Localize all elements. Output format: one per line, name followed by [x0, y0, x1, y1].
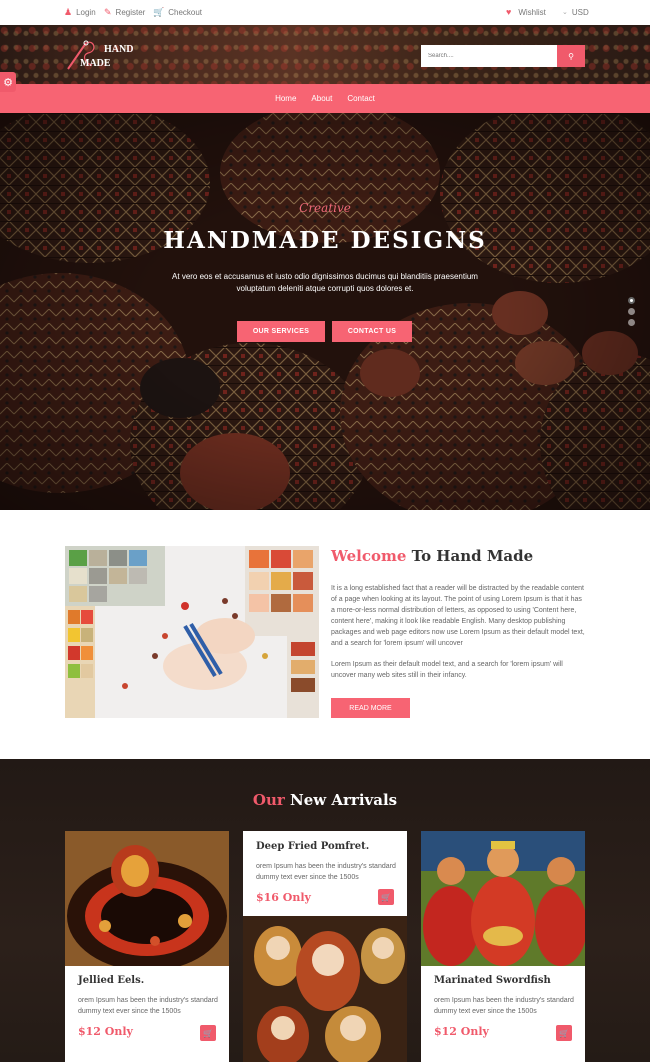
product-desc-1: orem Ipsum has been the industry's stand…: [78, 997, 218, 1015]
logo-text-made: MADE: [80, 58, 111, 69]
product-image-2: [243, 916, 407, 1062]
cart-icon: 🛒: [559, 1028, 569, 1038]
product-card-3[interactable]: Marinated Swordfish orem Ipsum has been …: [421, 831, 585, 1062]
nav-home[interactable]: Home: [275, 94, 296, 103]
pencil-icon: ✎: [104, 7, 112, 17]
hero-overlay: [0, 113, 650, 510]
search-button[interactable]: ⚲: [557, 45, 585, 67]
register-link[interactable]: ✎ Register: [104, 7, 146, 18]
cart-icon: 🛒: [153, 7, 165, 17]
arrivals-title-rest: New Arrivals: [284, 791, 398, 809]
currency-select[interactable]: ⌄ USD: [562, 8, 589, 17]
slider-dot-3[interactable]: [628, 319, 635, 326]
wishlist-link[interactable]: ♥ Wishlist: [506, 7, 546, 18]
arrivals-title-accent: Our: [252, 791, 285, 809]
checkout-label: Checkout: [168, 8, 203, 17]
product-image-3: [421, 831, 585, 966]
welcome-title-accent: Welcome: [331, 547, 407, 565]
nesting-dolls-photo: [243, 916, 407, 1062]
checkout-link[interactable]: 🛒 Checkout: [153, 7, 203, 18]
read-more-button[interactable]: READ MORE: [331, 698, 410, 718]
hero-script-text: Creative: [299, 201, 351, 215]
wishlist-label: Wishlist: [518, 8, 546, 17]
contact-us-button[interactable]: CONTACT US: [332, 321, 412, 342]
login-link[interactable]: ♟ Login: [64, 7, 96, 18]
welcome-paragraph-1: It is a long established fact that a rea…: [331, 585, 585, 647]
figurines-photo: [421, 831, 585, 966]
new-arrivals-section: Our New Arrivals Jellied Eels. orem Ipsu…: [0, 759, 650, 1062]
login-label: Login: [76, 8, 96, 17]
product-price-1: $12 Only: [78, 1025, 133, 1038]
logo[interactable]: HAND MADE: [64, 37, 134, 73]
cart-icon: 🛒: [203, 1028, 213, 1038]
product-card-1[interactable]: Jellied Eels. orem Ipsum has been the in…: [65, 831, 229, 1062]
nav-contact[interactable]: Contact: [347, 94, 375, 103]
nav-about[interactable]: About: [311, 94, 332, 103]
logo-text-hand: HAND: [104, 44, 134, 55]
chevron-down-icon: ⌄: [562, 9, 568, 16]
header: HAND MADE ⚲: [0, 25, 650, 84]
product-image-1: [65, 831, 229, 966]
add-to-cart-button-2[interactable]: 🛒: [378, 889, 394, 905]
welcome-title-rest: To Hand Made: [406, 547, 534, 565]
product-name-3: Marinated Swordfish: [434, 975, 551, 986]
welcome-section: Welcome To Hand Made It is a long establ…: [0, 510, 650, 759]
search-bar: ⚲: [421, 45, 585, 67]
add-to-cart-button-1[interactable]: 🛒: [200, 1025, 216, 1041]
cart-icon: 🛒: [381, 892, 391, 902]
product-price-3: $12 Only: [434, 1025, 489, 1038]
gear-icon: ⚙: [3, 76, 13, 89]
hero-slider: Creative HANDMADE DESIGNS At vero eos et…: [0, 113, 650, 510]
top-bar: ♟ Login ✎ Register 🛒 Checkout ♥ Wishlist…: [0, 0, 650, 25]
heart-icon: ♥: [506, 7, 512, 17]
user-icon: ♟: [64, 7, 73, 17]
main-nav: Home About Contact: [0, 84, 650, 113]
slider-pager: [628, 297, 635, 326]
register-label: Register: [115, 8, 146, 17]
lacquer-bowls-photo: [65, 831, 229, 966]
slider-dot-2[interactable]: [628, 308, 635, 315]
hero-title: HANDMADE DESIGNS: [163, 227, 487, 254]
product-name-2: Deep Fried Pomfret.: [256, 841, 370, 852]
product-desc-2: orem Ipsum has been the industry's stand…: [256, 863, 396, 881]
welcome-paragraph-2: Lorem Ipsum as their default model text,…: [331, 661, 563, 679]
settings-toggle[interactable]: ⚙: [0, 72, 16, 92]
product-card-2[interactable]: Deep Fried Pomfret. orem Ipsum has been …: [243, 831, 407, 1062]
beads-photo: [65, 546, 319, 718]
product-price-2: $16 Only: [256, 891, 311, 904]
slider-dot-1[interactable]: [628, 297, 635, 304]
product-desc-3: orem Ipsum has been the industry's stand…: [434, 997, 574, 1015]
hero-subtitle: At vero eos et accusamus et iusto odio d…: [172, 272, 478, 293]
crafting-image: [65, 546, 319, 718]
add-to-cart-button-3[interactable]: 🛒: [556, 1025, 572, 1041]
search-icon: ⚲: [568, 51, 574, 61]
our-services-button[interactable]: OUR SERVICES: [237, 321, 325, 342]
currency-label: USD: [571, 8, 589, 17]
search-input[interactable]: [421, 45, 557, 67]
welcome-title: Welcome To Hand Made: [331, 547, 533, 565]
product-name-1: Jellied Eels.: [78, 975, 145, 986]
arrivals-title: Our New Arrivals: [0, 791, 650, 809]
